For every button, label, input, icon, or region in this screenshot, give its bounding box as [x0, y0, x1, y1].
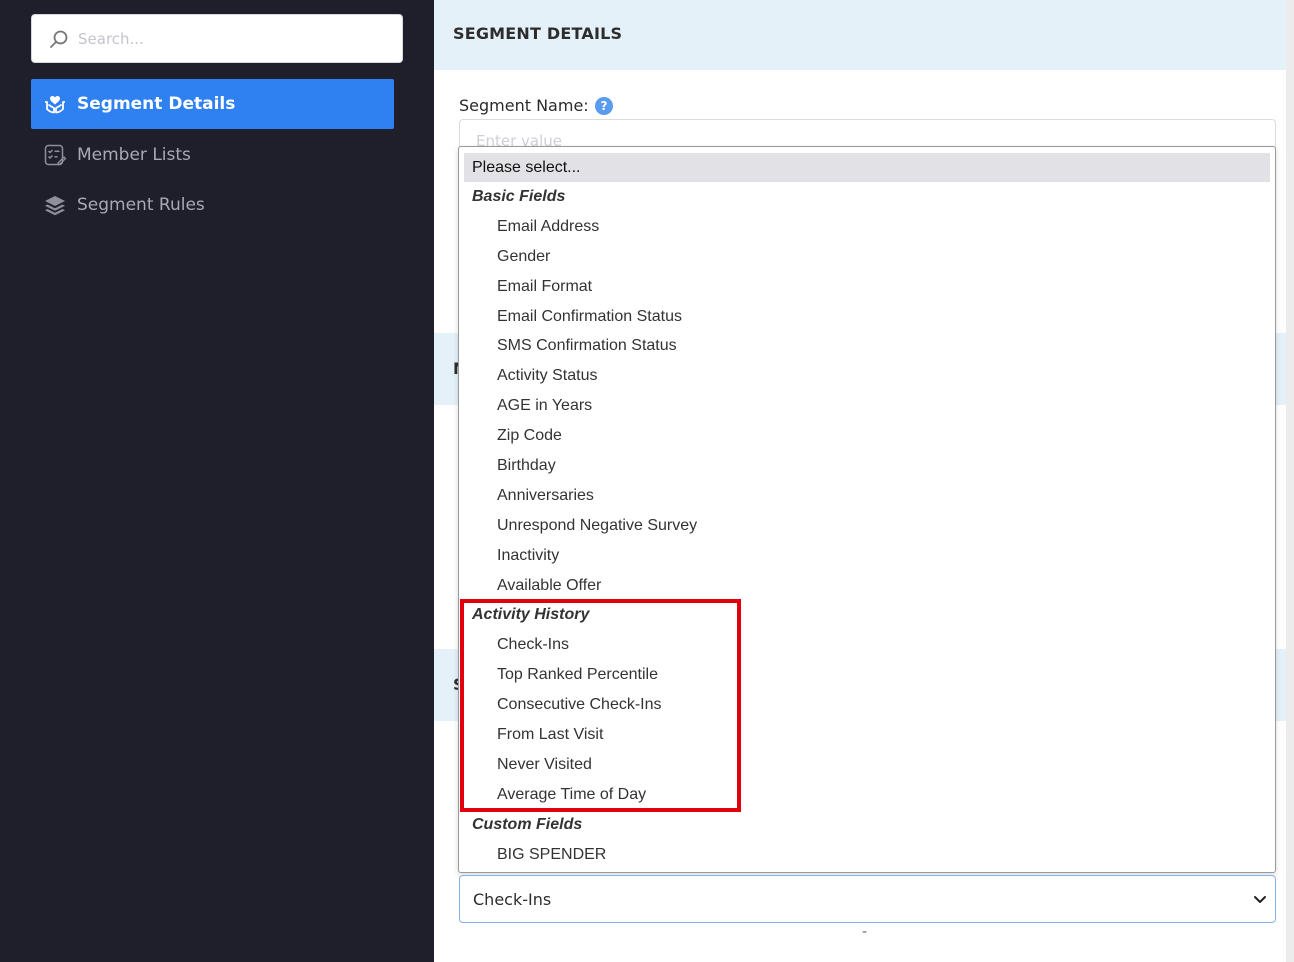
option-average-time-of-day[interactable]: Average Time of Day	[459, 780, 1275, 810]
option-activity-status[interactable]: Activity Status	[459, 361, 1275, 391]
option-top-ranked-percentile[interactable]: Top Ranked Percentile	[459, 660, 1275, 690]
divider-dash: -	[862, 924, 868, 940]
option-age-in-years[interactable]: AGE in Years	[459, 391, 1275, 421]
sidebar-item-segment-rules[interactable]: Segment Rules	[31, 180, 394, 230]
search-icon	[48, 28, 70, 50]
sidebar-item-segment-details[interactable]: Segment Details	[31, 79, 394, 129]
hands-heart-icon	[43, 92, 67, 116]
dropdown-placeholder-option[interactable]: Please select...	[464, 153, 1270, 182]
option-email-address[interactable]: Email Address	[459, 212, 1275, 242]
option-gender[interactable]: Gender	[459, 242, 1275, 272]
sidebar-item-label: Segment Rules	[77, 195, 205, 215]
sidebar-item-label: Segment Details	[77, 94, 236, 114]
field-select-value: Check-Ins	[473, 889, 552, 909]
sidebar-item-label: Member Lists	[77, 145, 191, 165]
option-check-ins[interactable]: Check-Ins	[459, 630, 1275, 660]
segment-details-header: SEGMENT DETAILS	[434, 0, 1287, 70]
option-available-offer[interactable]: Available Offer	[459, 571, 1275, 601]
checklist-icon	[43, 143, 67, 167]
option-consecutive-check-ins[interactable]: Consecutive Check-Ins	[459, 690, 1275, 720]
option-unrespond-negative-survey[interactable]: Unrespond Negative Survey	[459, 511, 1275, 541]
sidebar-item-member-lists[interactable]: Member Lists	[31, 130, 394, 180]
option-email-format[interactable]: Email Format	[459, 272, 1275, 302]
option-anniversaries[interactable]: Anniversaries	[459, 481, 1275, 511]
scrollbar[interactable]	[1286, 0, 1294, 962]
optgroup-custom-fields: Custom Fields	[472, 815, 583, 833]
option-email-confirmation-status[interactable]: Email Confirmation Status	[459, 302, 1275, 332]
option-zip-code[interactable]: Zip Code	[459, 421, 1275, 451]
option-birthday[interactable]: Birthday	[459, 451, 1275, 481]
field-dropdown-list[interactable]: Please select... Basic Fields Email Addr…	[458, 146, 1276, 873]
segment-name-label-text: Segment Name:	[459, 96, 589, 115]
page-title: SEGMENT DETAILS	[453, 24, 623, 43]
option-from-last-visit[interactable]: From Last Visit	[459, 720, 1275, 750]
layers-icon	[43, 193, 67, 217]
option-big-spender[interactable]: BIG SPENDER	[459, 840, 1275, 870]
chevron-down-icon	[1251, 890, 1269, 908]
search-input[interactable]	[78, 29, 378, 48]
segment-name-label: Segment Name: ?	[459, 96, 613, 115]
sidebar: Segment Details Member Lists Segment Rul…	[0, 0, 434, 962]
help-icon[interactable]: ?	[594, 96, 613, 115]
optgroup-basic-fields: Basic Fields	[472, 187, 566, 205]
search-box[interactable]	[31, 14, 403, 63]
option-never-visited[interactable]: Never Visited	[459, 750, 1275, 780]
option-sms-confirmation-status[interactable]: SMS Confirmation Status	[459, 331, 1275, 361]
option-inactivity[interactable]: Inactivity	[459, 541, 1275, 571]
svg-text:?: ?	[600, 99, 607, 113]
field-select[interactable]: Check-Ins	[459, 875, 1276, 923]
optgroup-activity-history: Activity History	[472, 606, 590, 624]
